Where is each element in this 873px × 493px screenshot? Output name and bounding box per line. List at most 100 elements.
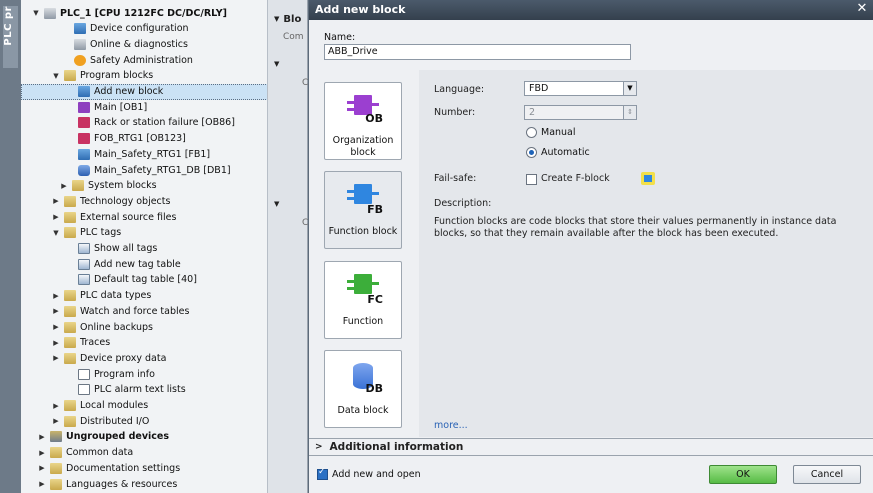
tree-item[interactable]: ▶ Common data [21,445,267,461]
expanded-arrow-icon[interactable]: ▼ [31,8,41,18]
tree-item-label: Online backups [80,321,153,333]
collapsed-arrow-icon[interactable]: ▶ [59,181,69,191]
tree-item[interactable]: Rack or station failure [OB86] [21,115,267,131]
fb-block-icon: FB [345,182,383,218]
tree-item[interactable]: Show all tags [21,241,267,257]
tree-item-label: Safety Administration [90,54,193,66]
add-new-and-open-checkbox[interactable] [317,469,328,480]
create-fblock-checkbox[interactable] [526,174,537,185]
block-properties-panel: Language: FBD ▼ Number: 2 ⇕ Manual Autom… [419,70,873,437]
tree-item[interactable]: Online & diagnostics [21,36,267,52]
tree-item[interactable]: ▶ System blocks [21,178,267,194]
cancel-button[interactable]: Cancel [793,465,861,484]
add-new-block-dialog: Add new block ✕ Name: ABB_Drive OB Organi… [308,0,873,493]
tree-item[interactable]: PLC alarm text lists [21,382,267,398]
folder-icon [64,321,76,333]
collapsed-arrow-icon[interactable]: ▶ [51,338,61,348]
tree-item[interactable]: ▶ Languages & resources [21,476,267,492]
tree-item[interactable]: FOB_RTG1 [OB123] [21,131,267,147]
add-new-and-open-option[interactable]: Add new and open [317,469,421,480]
tree-item[interactable]: ▼ PLC_1 [CPU 1212FC DC/DC/RLY] [21,5,267,21]
organization-block-button[interactable]: OB Organization block [324,82,402,160]
function-block-button[interactable]: FB Function block [324,171,402,249]
tree-item-label: Device proxy data [80,352,167,364]
collapsed-arrow-icon[interactable]: ▶ [37,432,47,442]
tree-item-label: Common data [66,447,134,459]
automatic-radio[interactable]: Automatic [526,147,590,158]
tree-item[interactable]: Program info [21,366,267,382]
collapsed-arrow-icon[interactable]: ▶ [51,196,61,206]
additional-information-toggle[interactable]: > Additional information [309,438,873,456]
collapsed-arrow-icon[interactable]: ▶ [37,448,47,458]
collapsed-arrow-icon[interactable]: ▶ [37,463,47,473]
folder-icon [50,447,62,459]
expanded-arrow-icon[interactable]: ▼ [51,228,61,238]
editor-comment-1: Com [283,32,304,42]
tree-item[interactable]: ▶ Technology objects [21,193,267,209]
tree-item[interactable]: Main_Safety_RTG1_DB [DB1] [21,162,267,178]
collapsed-arrow-icon[interactable]: ▶ [51,212,61,222]
tree-item[interactable]: Main [OB1] [21,99,267,115]
close-icon[interactable]: ✕ [855,2,869,16]
more-link[interactable]: more... [434,420,468,431]
block-editor-background: ▼ Blo Com ▼ C ▼ C [268,0,308,493]
block-name-input[interactable]: ABB_Drive [324,44,631,60]
editor-section-title: Blo [283,13,302,25]
function-button[interactable]: FC Function [324,261,402,339]
tree-item[interactable]: Default tag table [40] [21,272,267,288]
collapsed-arrow-icon[interactable]: ▶ [51,353,61,363]
ok-button[interactable]: OK [709,465,777,484]
tree-item[interactable]: ▼ Program blocks [21,68,267,84]
tree-item-label: PLC alarm text lists [94,384,186,396]
spinner-icon: ⇕ [623,106,636,119]
device-config-icon [74,23,86,35]
tree-item[interactable]: ▶ Ungrouped devices [21,429,267,445]
tree-item[interactable]: ▶ Local modules [21,398,267,414]
collapsed-arrow-icon[interactable]: ▶ [51,416,61,426]
manual-radio[interactable]: Manual [526,127,576,138]
side-tab-label: PLC pr [3,6,14,46]
tree-item[interactable]: Device configuration [21,21,267,37]
collapsed-arrow-icon[interactable]: ▶ [51,306,61,316]
tree-item[interactable]: Add new tag table [21,256,267,272]
language-label: Language: [434,84,485,95]
manual-label: Manual [541,127,576,138]
tree-item[interactable]: ▶ Traces [21,335,267,351]
tree-item[interactable]: ▶ Online backups [21,319,267,335]
alarm-list-icon [78,384,90,396]
folder-icon [50,478,62,490]
editor-network-2[interactable]: ▼ [268,196,308,212]
tree-item[interactable]: ▼ PLC tags [21,225,267,241]
block-type-label: Organization block [332,135,394,158]
editor-network-1[interactable]: ▼ [268,56,308,72]
tree-item-label: Technology objects [80,195,171,207]
tree-item[interactable]: Safety Administration [21,52,267,68]
language-select[interactable]: FBD ▼ [524,81,637,96]
project-tree-side-tab[interactable]: PLC pr [0,0,21,493]
tree-item[interactable]: ▶ External source files [21,209,267,225]
number-stepper: 2 ⇕ [524,105,637,120]
data-block-button[interactable]: DB Data block [324,350,402,428]
project-tree: ▼ PLC_1 [CPU 1212FC DC/DC/RLY] Device conf… [21,0,268,493]
collapsed-arrow-icon[interactable]: ▶ [51,401,61,411]
folder-icon [64,211,76,223]
expanded-arrow-icon[interactable]: ▼ [51,71,61,81]
tree-item[interactable]: ▶ Device proxy data [21,350,267,366]
tree-item[interactable]: ▶ PLC data types [21,288,267,304]
tree-item-label: Main [OB1] [94,101,148,113]
collapsed-arrow-icon[interactable]: ▶ [37,479,47,489]
dialog-title-bar[interactable]: Add new block [309,0,873,20]
tree-item[interactable]: ▶ Distributed I/O [21,413,267,429]
tree-item[interactable]: ▶ Watch and force tables [21,303,267,319]
ob-icon [78,101,90,113]
collapsed-arrow-icon[interactable]: ▶ [51,291,61,301]
tree-item[interactable]: Main_Safety_RTG1 [FB1] [21,146,267,162]
tree-item-label: Default tag table [40] [94,274,197,286]
editor-section-header[interactable]: ▼ Blo [268,11,308,27]
number-value: 2 [529,107,536,118]
tag-table-icon [78,274,90,286]
tree-item[interactable]: Add new block [21,83,267,100]
fblock-icon [641,172,655,185]
tree-item[interactable]: ▶ Documentation settings [21,460,267,476]
collapsed-arrow-icon[interactable]: ▶ [51,322,61,332]
